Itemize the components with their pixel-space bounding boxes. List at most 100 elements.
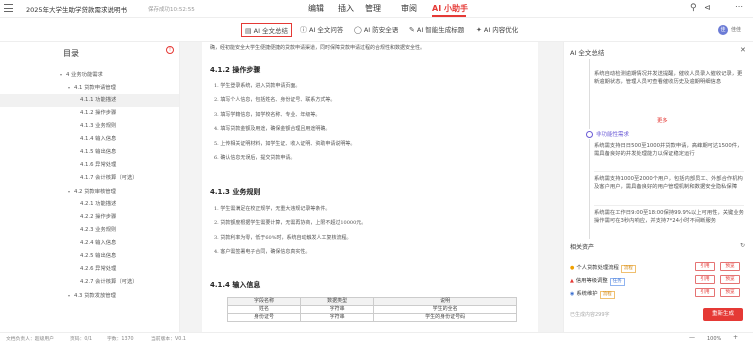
- close-icon[interactable]: ✕: [740, 46, 746, 54]
- table-cell: 身份证号: [226, 313, 302, 322]
- related-item-name: 系统维护: [576, 291, 598, 297]
- zoom-out-button[interactable]: —: [689, 334, 695, 341]
- toc-item[interactable]: 4.1.1 功能描述: [0, 94, 179, 107]
- related-item-name: 信用等级调整: [575, 278, 608, 284]
- cite-button[interactable]: 引用: [695, 275, 715, 284]
- timeline-node-nonfunctional: 非功能性需求: [586, 130, 629, 138]
- table-header: 字段名称: [226, 297, 302, 306]
- status-page: 页码：0/1: [70, 337, 93, 342]
- table-cell: 字符串: [300, 305, 375, 314]
- ai-summary-button[interactable]: ▤ AI 全文总结: [241, 23, 293, 37]
- more-link[interactable]: 更多: [657, 116, 668, 124]
- toc-item-label: 4.2.4 输入信息: [80, 240, 117, 246]
- ai-qa-button[interactable]: ⓘ AI 全文问答: [300, 23, 343, 37]
- refresh-icon[interactable]: ↻: [740, 242, 745, 249]
- list-item: 1. 学生登录系统，进入贷款申请页面。: [214, 83, 301, 89]
- document-icon: ▤: [245, 27, 252, 35]
- toc-item[interactable]: 4.2.5 输出信息: [0, 250, 179, 263]
- related-item-badge: 任务: [609, 278, 625, 286]
- app-window: 2025年大学生助学贷款需求说明书 保存成功10:52:55 编辑 插入 管理 …: [0, 0, 753, 344]
- ai-security-label: AI 防安全语: [363, 26, 399, 34]
- regenerate-button[interactable]: 重新生成: [703, 308, 743, 321]
- toc-item[interactable]: ▾ 4.1 贷款申请管理: [0, 81, 179, 94]
- preview-button[interactable]: 预览: [720, 288, 740, 297]
- table-cell: 字符串: [300, 313, 375, 322]
- toc-item-label: 4.2.1 功能描述: [80, 201, 117, 207]
- steps-list: 1. 学生登录系统，进入贷款申请页面。 2. 填写个人信息，包括姓名、身份证号、…: [214, 79, 355, 165]
- preview-button[interactable]: 预览: [720, 275, 740, 284]
- toc-item[interactable]: 4.2.2 操作步骤: [0, 211, 179, 224]
- sparkle-icon: ✦: [476, 26, 482, 34]
- related-item[interactable]: ◉ 系统维护 流程: [570, 289, 615, 299]
- nav-tab-review[interactable]: 审阅: [401, 3, 417, 14]
- generated-word-count: 已生成内容299字: [570, 312, 610, 318]
- cite-button[interactable]: 引用: [695, 288, 715, 297]
- toc-item[interactable]: 4.1.4 输入信息: [0, 133, 179, 146]
- related-item-badge: 流程: [599, 291, 615, 299]
- toc-item-label: 4.1.4 输入信息: [80, 136, 117, 142]
- nav-tab-ai-assistant[interactable]: AI 小助手: [432, 3, 468, 14]
- section-heading-4-1-3: 4.1.3 业务规则: [210, 188, 261, 196]
- toc-item[interactable]: 4.1.7 会计核算（可选）: [0, 172, 179, 185]
- toc-item[interactable]: ▾ 4 业务功能需求: [0, 68, 179, 81]
- toc-item[interactable]: 4.2.1 功能描述: [0, 198, 179, 211]
- table-cell: 姓名: [226, 305, 302, 314]
- more-icon[interactable]: ⋯: [735, 2, 743, 11]
- cite-button[interactable]: 引用: [695, 262, 715, 271]
- nav-tab-edit[interactable]: 编辑: [308, 3, 324, 14]
- toc-item[interactable]: ▾ 4.3 贷款发放管理: [0, 289, 179, 302]
- top-bar: 2025年大学生助学贷款需求说明书 保存成功10:52:55 编辑 插入 管理 …: [0, 0, 753, 18]
- hamburger-menu-icon[interactable]: [4, 4, 13, 12]
- related-item[interactable]: ● 个人贷款处理流程 流程: [570, 263, 636, 273]
- table-row: 姓名 字符串 学生的全名: [226, 305, 517, 314]
- ai-title-button[interactable]: ✎ AI 智能生成标题: [409, 23, 464, 37]
- nav-tab-insert[interactable]: 插入: [338, 3, 354, 14]
- preview-button[interactable]: 预览: [720, 262, 740, 271]
- toc-item[interactable]: 4.1.3 业务规则: [0, 120, 179, 133]
- list-item: 5. 上传相关证明材料，如学生证、收入证明、资助申请说明等。: [214, 140, 356, 147]
- avatar[interactable]: 佳: [718, 25, 728, 35]
- timeline-line: [589, 139, 590, 239]
- table-cell: 学生的全名: [373, 305, 517, 314]
- table-row: 身份证号 字符串 学生的身份证号码: [226, 313, 517, 322]
- zoom-in-button[interactable]: +: [733, 334, 738, 341]
- toc-item-label: 4.1.6 异常处理: [80, 162, 117, 168]
- toc-item-label: 4.2.2 操作步骤: [80, 214, 117, 220]
- toc-item-label: 4.1.1 功能描述: [80, 97, 117, 103]
- toc-item[interactable]: ▾ 4.2 贷款审核管理: [0, 185, 179, 198]
- info-icon[interactable]: !: [166, 46, 174, 54]
- share-icon[interactable]: ⊲: [704, 3, 711, 12]
- zoom-level[interactable]: 100%: [707, 336, 721, 342]
- bell-icon: ●: [570, 265, 575, 271]
- toc-item[interactable]: 4.2.4 输入信息: [0, 237, 179, 250]
- toc-item[interactable]: 4.1.2 操作步骤: [0, 107, 179, 120]
- input-info-table: 字段名称 数据类型 说明 姓名 字符串 学生的全名 身份证号 字符串 学生的身份…: [226, 297, 517, 322]
- status-owner: 文档负责人：超级用户: [6, 337, 54, 342]
- toc-item[interactable]: 4.1.5 输出信息: [0, 146, 179, 159]
- ai-summary-content[interactable]: 系统自动检测逾期情况并发送提醒，催收人员录入催收记录，更新逾期状态，管理人员可查…: [564, 59, 753, 239]
- user-name: 佳佳: [731, 27, 742, 33]
- toc-item[interactable]: 4.2.7 会计核算（可选）: [0, 276, 179, 289]
- table-header: 数据类型: [300, 297, 375, 306]
- toc-item[interactable]: 4.1.6 异常处理: [0, 159, 179, 172]
- section-heading-4-1-2: 4.1.2 操作步骤: [210, 66, 261, 74]
- related-assets-title: 相关资产: [570, 244, 595, 251]
- search-icon[interactable]: ⚲: [690, 3, 697, 13]
- related-item-badge: 流程: [620, 265, 636, 273]
- divider: [594, 171, 744, 172]
- ai-optimize-button[interactable]: ✦ AI 内容优化: [476, 23, 518, 37]
- document-area: 确，经初能安全大学生便捷便捷的贷款申请渠道，同时保障贷款申请过程的合规性和数据安…: [180, 42, 563, 332]
- nav-tab-manage[interactable]: 管理: [365, 3, 381, 14]
- list-item: 3. 填写学籍信息，如学校名称、专业、年级等。: [214, 111, 321, 118]
- section-heading-4-1-4: 4.1.4 输入信息: [210, 281, 261, 289]
- toc-item-label: 4.1 贷款申请管理: [74, 85, 116, 91]
- toc-list: ▾ 4 业务功能需求 ▾ 4.1 贷款申请管理 4.1.1 功能描述 4.1.2 操作步骤…: [0, 68, 179, 302]
- list-item: 6. 确认信息无误后，提交贷款申请。: [214, 154, 296, 161]
- ai-security-button[interactable]: ◯ AI 防安全语: [354, 23, 398, 37]
- toc-item-label: 4.2.7 会计核算（可选）: [80, 279, 138, 285]
- related-item[interactable]: ▲ 信用等级调整 任务: [570, 276, 625, 286]
- doc-intro-text: 确，经初能安全大学生便捷便捷的贷款申请渠道，同时保障贷款申请过程的合规性和数据安…: [210, 45, 426, 51]
- toc-item[interactable]: 4.2.3 业务规则: [0, 224, 179, 237]
- toc-item[interactable]: 4.2.6 异常处理: [0, 263, 179, 276]
- timeline-line: [589, 59, 590, 129]
